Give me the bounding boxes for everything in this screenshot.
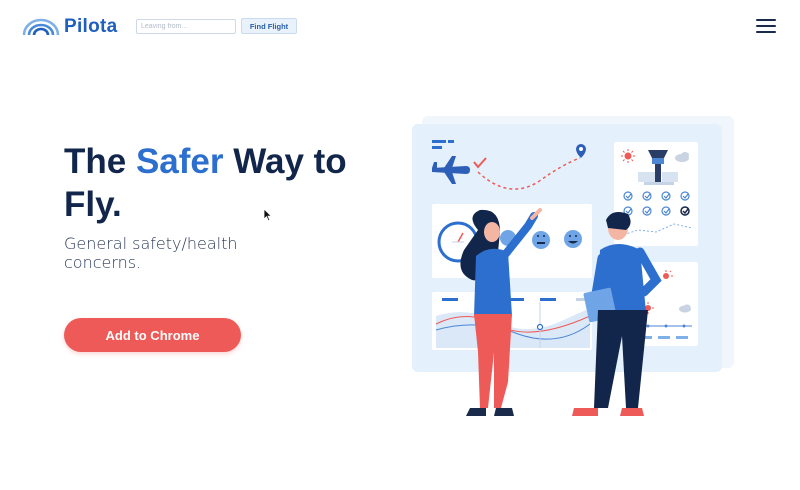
mouse-cursor-icon — [263, 208, 273, 222]
hero-illustration — [412, 116, 734, 416]
hamburger-menu-icon[interactable] — [756, 19, 776, 34]
page-title: The Safer Way to Fly. — [64, 140, 364, 226]
search-input[interactable] — [136, 19, 236, 34]
add-to-chrome-button[interactable]: Add to Chrome — [64, 318, 241, 352]
hero-subtext: General safety/health concerns. — [64, 234, 238, 272]
arch-logo-icon — [22, 18, 60, 36]
site-header: Pilota Find Flight — [0, 0, 800, 54]
logo-text: Pilota — [64, 16, 118, 37]
headline-accent: Safer — [135, 142, 224, 181]
headline-part1: The — [64, 142, 136, 181]
logo[interactable]: Pilota — [22, 16, 118, 38]
find-flight-button[interactable]: Find Flight — [241, 18, 297, 34]
